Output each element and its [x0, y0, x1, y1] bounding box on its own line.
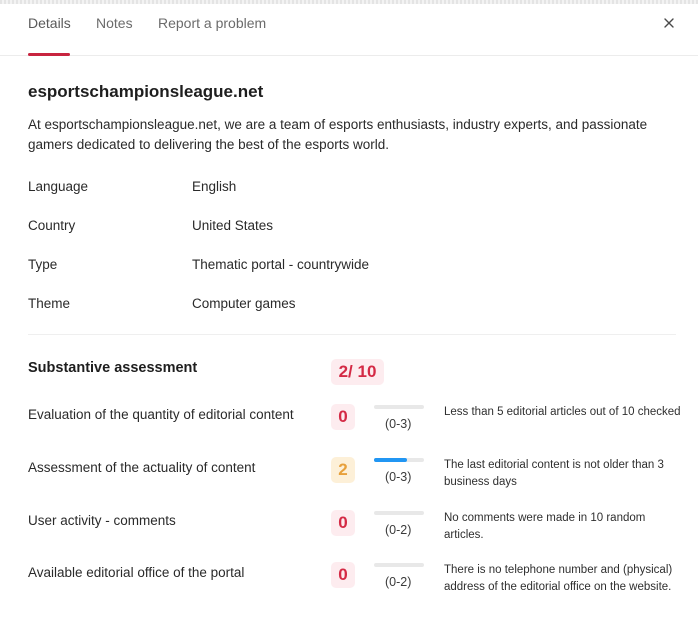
score-badge: 2: [331, 457, 355, 483]
info-value: Computer games: [192, 296, 296, 311]
info-label: Type: [28, 257, 58, 272]
score-bar: [374, 405, 424, 409]
score-bar: [374, 458, 424, 462]
close-icon[interactable]: [662, 16, 676, 30]
info-label: Language: [28, 179, 89, 194]
assessment-title: Substantive assessment: [28, 360, 198, 376]
score-badge: 0: [331, 562, 355, 588]
criterion-label: Available editorial office of the portal: [28, 565, 245, 580]
tab-bar: Details Notes Report a problem: [0, 4, 698, 56]
score-range: (0-2): [385, 575, 412, 589]
criterion-note: Less than 5 editorial articles out of 10…: [444, 406, 681, 418]
criterion-label: User activity - comments: [28, 513, 176, 528]
info-label: Country: [28, 218, 76, 233]
criterion-label: Assessment of the actuality of content: [28, 460, 256, 475]
site-description: At esportschampionsleague.net, we are a …: [28, 117, 648, 152]
score-range: (0-3): [385, 470, 412, 484]
score-range: (0-2): [385, 523, 412, 537]
tab-details[interactable]: Details: [28, 15, 71, 31]
score-range: (0-3): [385, 417, 412, 431]
site-title: esportschampionsleague.net: [28, 82, 264, 101]
info-label: Theme: [28, 296, 71, 311]
score-bar-fill: [374, 458, 408, 462]
info-value: United States: [192, 218, 274, 233]
info-value: Thematic portal - countrywide: [192, 257, 370, 272]
section-divider: [28, 334, 676, 335]
active-tab-indicator: [28, 53, 70, 56]
criterion-note: There is no telephone number and (physic…: [444, 564, 673, 593]
score-bar: [374, 563, 424, 567]
criterion-note: The last editorial content is not older …: [444, 459, 664, 488]
criterion-note: No comments were made in 10 random artic…: [444, 512, 646, 541]
score-badge: 0: [331, 510, 355, 536]
score-badge: 0: [331, 404, 355, 430]
score-bar: [374, 511, 424, 515]
total-score-badge: 2/ 10: [331, 359, 384, 385]
info-value: English: [192, 179, 237, 194]
tab-notes[interactable]: Notes: [96, 15, 133, 31]
criterion-label: Evaluation of the quantity of editorial …: [28, 407, 294, 422]
tab-report-a-problem[interactable]: Report a problem: [158, 15, 266, 31]
